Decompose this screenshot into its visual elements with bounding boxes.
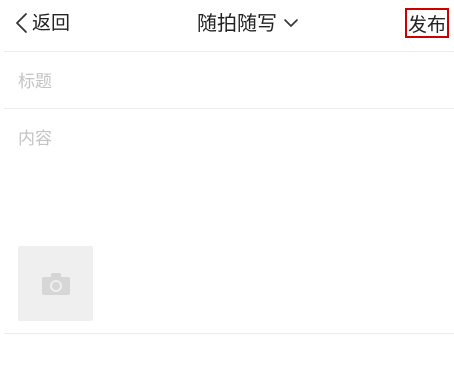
navbar-divider bbox=[4, 51, 454, 52]
title-input[interactable] bbox=[18, 70, 438, 94]
publish-button[interactable]: 发布 bbox=[405, 8, 449, 38]
content-textarea[interactable] bbox=[18, 124, 438, 224]
page-title: 随拍随写 bbox=[197, 11, 277, 35]
title-dropdown[interactable]: 随拍随写 bbox=[0, 9, 454, 37]
chevron-down-icon bbox=[284, 19, 298, 27]
camera-icon bbox=[41, 272, 70, 295]
title-divider bbox=[4, 108, 454, 109]
add-photo-button[interactable] bbox=[18, 246, 93, 321]
bottom-divider bbox=[4, 333, 454, 334]
top-navigation-bar: 返回 随拍随写 发布 bbox=[0, 0, 454, 48]
